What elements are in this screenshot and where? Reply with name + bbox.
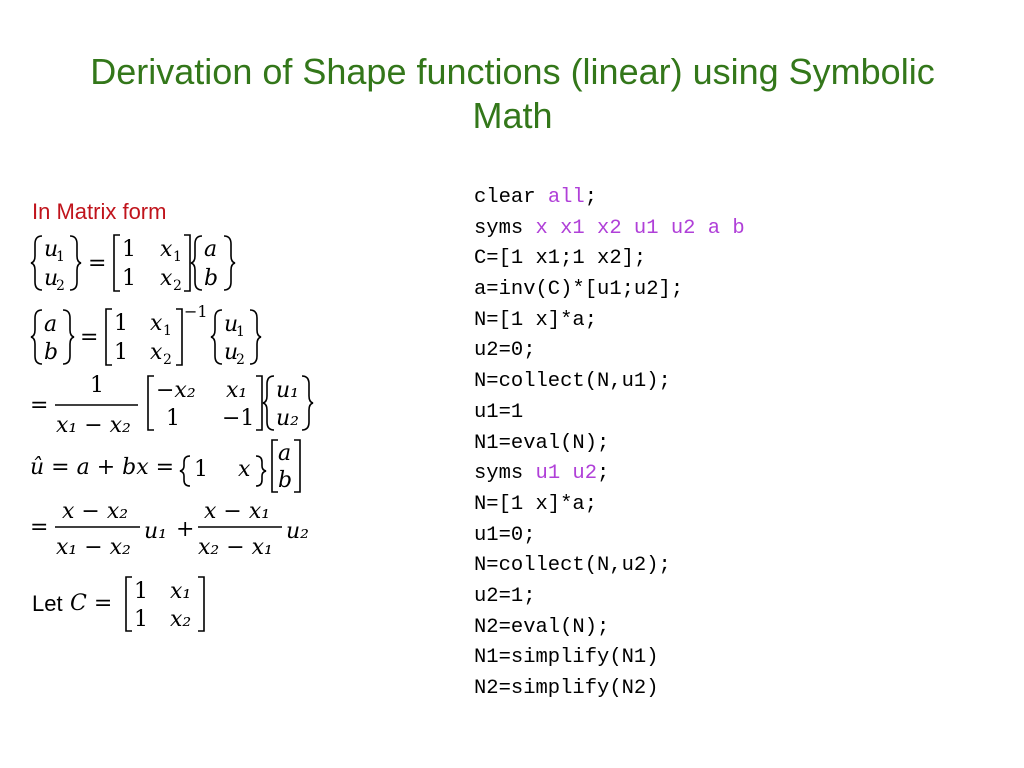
eq1-equals: = — [88, 251, 106, 276]
code-tail: ; — [584, 186, 598, 209]
equation-2: a b = 1 x 1 1 x 2 −1 u 1 u 2 — [30, 302, 262, 368]
code-line: N=collect(N,u1); — [474, 367, 745, 398]
code-plain: u1=1 — [474, 400, 524, 424]
code-line: clear all; — [474, 183, 745, 214]
equation-6: C = 1 x₁ 1 x₂ — [70, 576, 205, 632]
eq1-a: a — [204, 237, 217, 262]
code-plain: N=[1 x]*a; — [474, 308, 598, 332]
eq4-r2: x — [238, 457, 251, 482]
eq5-term2: u₂ — [286, 519, 309, 544]
eq3-denominator: x₁ − x₂ — [56, 413, 131, 438]
eq2-a: a — [44, 312, 57, 337]
eq1-m12: x — [160, 237, 173, 262]
eq2-m22: x — [150, 340, 163, 365]
eq6-lhs: C = — [70, 591, 112, 616]
eq6-m21: 1 — [134, 607, 148, 632]
code-plain: C=[1 x1;1 x2]; — [474, 247, 647, 271]
equation-4: û = a + bx = 1 x a b — [30, 439, 301, 493]
eq4-r1: 1 — [194, 457, 208, 482]
code-line: u1=0; — [474, 521, 745, 552]
eq2-m12: x — [150, 311, 163, 336]
eq4-lhs: û = a + bx = — [30, 455, 174, 480]
code-plain: clear — [474, 186, 548, 209]
equation-5: = x − x₂ x₁ − x₂ u₁ + x − x₁ x₂ − x₁ u₂ — [30, 499, 309, 560]
code-line: C=[1 x1;1 x2]; — [474, 244, 745, 275]
code-line: a=inv(C)*[u1;u2]; — [474, 275, 745, 306]
eq2-m11: 1 — [114, 311, 128, 336]
eq2-u1-sub: 1 — [236, 324, 245, 340]
let-label: Let — [32, 591, 63, 616]
code-line: N1=eval(N); — [474, 429, 745, 460]
eq5-num1: x − x₂ — [62, 499, 128, 524]
eq6-m11: 1 — [134, 579, 148, 604]
code-plain: u2=0; — [474, 339, 536, 363]
eq6-m12: x₁ — [170, 579, 191, 604]
code-line: N2=simplify(N2) — [474, 674, 745, 705]
eq5-den1: x₁ − x₂ — [56, 535, 131, 560]
matlab-code-block: clear all; syms x x1 x2 u1 u2 a b C=[1 x1;… — [474, 183, 745, 705]
eq1-b: b — [204, 266, 218, 291]
code-plain: N=[1 x]*a; — [474, 492, 598, 516]
eq3-u1: u₁ — [276, 378, 299, 403]
code-line: N=[1 x]*a; — [474, 490, 745, 521]
code-line: u2=0; — [474, 336, 745, 367]
eq2-equals: = — [80, 325, 98, 350]
code-plain: N2=eval(N); — [474, 615, 610, 639]
eq3-equals: = — [30, 393, 48, 418]
eq4-a: a — [278, 441, 291, 466]
eq5-plus: + — [176, 517, 194, 542]
code-plain: N=collect(N,u2); — [474, 554, 671, 578]
eq1-u2-sub: 2 — [56, 278, 65, 294]
code-tail: ; — [597, 462, 610, 486]
eq5-den2: x₂ − x₁ — [198, 535, 273, 560]
eq3-numerator: 1 — [90, 373, 104, 398]
code-plain: syms — [474, 462, 536, 486]
eq6-m22: x₂ — [170, 607, 191, 632]
eq1-m22-sub: 2 — [173, 278, 182, 294]
code-line: N1=simplify(N1) — [474, 643, 745, 674]
eq1-m21: 1 — [122, 266, 136, 291]
code-plain: N=collect(N,u1); — [474, 370, 671, 394]
eq1-u1-sub: 1 — [56, 249, 65, 265]
code-line: u2=1; — [474, 582, 745, 613]
code-plain: u2=1; — [474, 584, 536, 608]
eq2-m12-sub: 1 — [163, 323, 172, 339]
eq1-m22: x — [160, 266, 173, 291]
eq3-m21: 1 — [166, 406, 180, 431]
code-plain: N1=eval(N); — [474, 431, 610, 455]
code-plain: N2=simplify(N2) — [474, 677, 659, 700]
eq2-m21: 1 — [114, 340, 128, 365]
code-line: N=collect(N,u2); — [474, 551, 745, 582]
eq2-exponent: −1 — [184, 302, 208, 321]
eq1-m12-sub: 1 — [173, 249, 182, 265]
eq1-m11: 1 — [122, 237, 136, 262]
code-keyword: all — [547, 186, 585, 209]
code-line: N=[1 x]*a; — [474, 306, 745, 337]
code-line: N2=eval(N); — [474, 613, 745, 644]
eq3-u2: u₂ — [276, 406, 299, 431]
eq2-m22-sub: 2 — [163, 352, 172, 368]
eq3-m11: −x₂ — [156, 378, 196, 403]
eq4-b: b — [278, 468, 292, 493]
code-plain: N1=simplify(N1) — [474, 646, 659, 670]
eq3-m22: −1 — [222, 406, 254, 431]
code-plain: syms — [474, 216, 536, 240]
slide-title: Derivation of Shape functions (linear) u… — [90, 51, 935, 136]
eq5-equals: = — [30, 515, 48, 540]
code-plain: a=inv(C)*[u1;u2]; — [474, 278, 684, 302]
eq3-m12: x₁ — [226, 378, 247, 403]
eq2-u2-sub: 2 — [236, 352, 245, 368]
eq2-b: b — [44, 340, 58, 365]
code-line: syms x x1 x2 u1 u2 a b — [474, 214, 745, 245]
matrix-form-heading: In Matrix form — [32, 199, 167, 224]
eq5-term1: u₁ — [144, 519, 167, 544]
code-keyword: x x1 x2 u1 u2 a b — [535, 216, 745, 240]
code-line: syms u1 u2; — [474, 459, 745, 490]
code-keyword: u1 u2 — [535, 462, 598, 486]
equation-3: = 1 x₁ − x₂ −x₂ x₁ 1 −1 u₁ u₂ — [30, 373, 314, 438]
equation-1: u 1 u 2 = 1 x 1 1 x 2 a b — [30, 234, 236, 294]
code-line: u1=1 — [474, 398, 745, 429]
code-plain: u1=0; — [474, 523, 536, 547]
eq5-num2: x − x₁ — [204, 499, 270, 524]
